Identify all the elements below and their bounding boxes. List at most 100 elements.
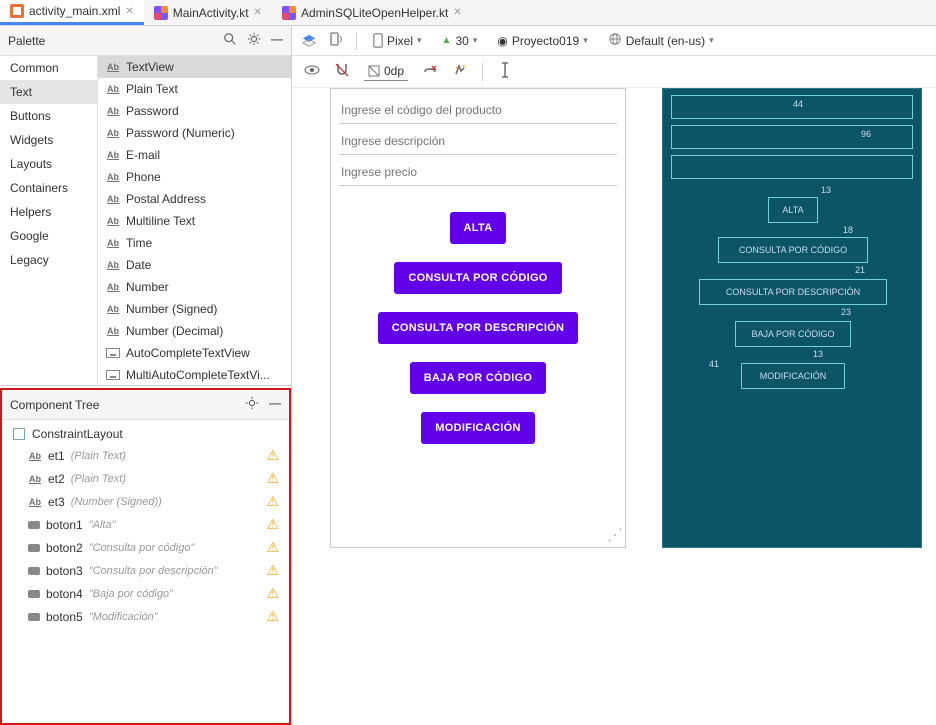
bp-button-consulta-descripcion[interactable]: CONSULTA POR DESCRIPCIÓN xyxy=(699,279,887,305)
device-selector[interactable]: Pixel ▾ xyxy=(369,31,426,50)
palette-item[interactable]: AbMultiline Text xyxy=(98,210,291,232)
tree-node[interactable]: Abet3 (Number (Signed))⚠ xyxy=(6,490,285,513)
bp-input-descripcion[interactable] xyxy=(671,125,913,149)
palette-category[interactable]: Text xyxy=(0,80,97,104)
preview-button-consulta-descripcion[interactable]: CONSULTA POR DESCRIPCIÓN xyxy=(378,312,579,344)
edittext-icon: Ab xyxy=(28,474,42,484)
theme-icon: ◉ xyxy=(497,34,507,48)
bp-dim-label: 21 xyxy=(855,265,865,275)
tree-node[interactable]: boton5 "Modificación"⚠ xyxy=(6,605,285,628)
gear-icon[interactable] xyxy=(247,32,261,49)
guidelines-icon[interactable] xyxy=(497,62,513,81)
textview-icon: Ab xyxy=(106,150,120,160)
bp-button-baja[interactable]: BAJA POR CÓDIGO xyxy=(735,321,851,347)
textview-icon: Ab xyxy=(106,172,120,182)
orientation-icon[interactable] xyxy=(328,31,344,50)
palette-item[interactable]: AbPassword xyxy=(98,100,291,122)
magnet-icon[interactable] xyxy=(334,62,350,81)
tree-node[interactable]: boton3 "Consulta por descripción"⚠ xyxy=(6,559,285,582)
warning-icon[interactable]: ⚠ xyxy=(266,539,279,556)
palette-category[interactable]: Helpers xyxy=(0,200,97,224)
warning-icon[interactable]: ⚠ xyxy=(266,493,279,510)
palette-item[interactable]: AbDate xyxy=(98,254,291,276)
tree-root-label: ConstraintLayout xyxy=(32,427,123,441)
minimize-icon[interactable]: — xyxy=(271,32,283,49)
tree-node[interactable]: boton2 "Consulta por código"⚠ xyxy=(6,536,285,559)
preview-input-precio[interactable] xyxy=(339,159,617,186)
palette-item[interactable]: AutoCompleteTextView xyxy=(98,342,291,364)
design-canvas[interactable]: 🔧 🔧 ALTA CONSULTA POR CÓDIGO CONSULTA PO… xyxy=(292,88,936,725)
bp-button-consulta-codigo[interactable]: CONSULTA POR CÓDIGO xyxy=(718,237,868,263)
palette-item[interactable]: Ab Plain Text xyxy=(98,78,291,100)
tab-mainactivity[interactable]: MainActivity.kt ✕ xyxy=(144,0,272,25)
tab-adminsqlite[interactable]: AdminSQLiteOpenHelper.kt ✕ xyxy=(272,0,472,25)
api-selector[interactable]: ▲ 30 ▾ xyxy=(438,32,482,50)
component-tree-header: Component Tree — xyxy=(2,390,289,420)
palette-category[interactable]: Legacy xyxy=(0,248,97,272)
infer-constraints-icon[interactable] xyxy=(452,62,468,81)
locale-selector[interactable]: Default (en-us) ▾ xyxy=(604,30,718,51)
palette-item[interactable]: AbNumber (Signed) xyxy=(98,298,291,320)
default-margin[interactable]: 0dp xyxy=(364,62,408,81)
warning-icon[interactable]: ⚠ xyxy=(266,447,279,464)
close-icon[interactable]: ✕ xyxy=(453,7,461,18)
palette-item[interactable]: Ab Phone xyxy=(98,166,291,188)
preview-button-alta[interactable]: ALTA xyxy=(450,212,507,244)
tree-node[interactable]: Abet1 (Plain Text)⚠ xyxy=(6,444,285,467)
search-icon[interactable] xyxy=(223,32,237,49)
clear-constraints-icon[interactable] xyxy=(422,62,438,81)
bp-input-precio[interactable] xyxy=(671,155,913,179)
design-preview[interactable]: ALTA CONSULTA POR CÓDIGO CONSULTA POR DE… xyxy=(330,88,626,548)
palette-category[interactable]: Widgets xyxy=(0,128,97,152)
palette-item[interactable]: AbE-mail xyxy=(98,144,291,166)
warning-icon[interactable]: ⚠ xyxy=(266,562,279,579)
bp-button-alta[interactable]: ALTA xyxy=(768,197,818,223)
palette-category[interactable]: Google xyxy=(0,224,97,248)
palette-item-label: Plain Text xyxy=(126,82,178,96)
palette-item[interactable]: AbNumber xyxy=(98,276,291,298)
close-icon[interactable]: ✕ xyxy=(125,6,133,17)
preview-button-consulta-codigo[interactable]: CONSULTA POR CÓDIGO xyxy=(394,262,561,294)
preview-input-descripcion[interactable] xyxy=(339,128,617,155)
bp-button-modificacion[interactable]: MODIFICACIÓN xyxy=(741,363,845,389)
palette-item[interactable]: AbNumber (Decimal) xyxy=(98,320,291,342)
theme-selector[interactable]: ◉ Proyecto019 ▾ xyxy=(493,32,591,50)
textview-icon: Ab xyxy=(106,304,120,314)
palette-category[interactable]: Layouts xyxy=(0,152,97,176)
resize-handle-icon[interactable]: ⋰ xyxy=(607,525,623,545)
palette-item-label: Postal Address xyxy=(126,192,206,206)
bp-dim-label: 96 xyxy=(861,129,871,139)
surface-select-icon[interactable] xyxy=(302,34,316,48)
palette-item-label: Date xyxy=(126,258,151,272)
preview-button-modificacion[interactable]: MODIFICACIÓN xyxy=(421,412,534,444)
palette-item[interactable]: MultiAutoCompleteTextVi... xyxy=(98,364,291,385)
gear-icon[interactable] xyxy=(245,396,259,413)
tree-root[interactable]: ConstraintLayout xyxy=(6,424,285,444)
palette-category[interactable]: Buttons xyxy=(0,104,97,128)
blueprint-preview[interactable]: 44 96 13 ALTA 18 CONSULTA POR CÓDIGO 21 … xyxy=(662,88,922,548)
warning-icon[interactable]: ⚠ xyxy=(266,470,279,487)
tab-activity-main[interactable]: activity_main.xml ✕ xyxy=(0,0,144,25)
tree-node[interactable]: boton4 "Baja por código"⚠ xyxy=(6,582,285,605)
palette-item[interactable]: AbPostal Address xyxy=(98,188,291,210)
textview-icon: Ab xyxy=(106,84,120,94)
close-icon[interactable]: ✕ xyxy=(254,7,262,18)
preview-input-codigo[interactable] xyxy=(339,97,617,124)
palette-item[interactable]: AbTime xyxy=(98,232,291,254)
preview-button-baja[interactable]: BAJA POR CÓDIGO xyxy=(410,362,547,394)
warning-icon[interactable]: ⚠ xyxy=(266,608,279,625)
tree-node[interactable]: boton1 "Alta"⚠ xyxy=(6,513,285,536)
view-options-icon[interactable] xyxy=(304,62,320,81)
palette-category[interactable]: Containers xyxy=(0,176,97,200)
bp-input-codigo[interactable] xyxy=(671,95,913,119)
minimize-icon[interactable]: — xyxy=(269,396,281,413)
tree-node[interactable]: Abet2 (Plain Text)⚠ xyxy=(6,467,285,490)
warning-icon[interactable]: ⚠ xyxy=(266,516,279,533)
palette-category[interactable]: Common xyxy=(0,56,97,80)
warning-icon[interactable]: ⚠ xyxy=(266,585,279,602)
palette-title: Palette xyxy=(8,34,45,48)
palette-item[interactable]: AbPassword (Numeric) xyxy=(98,122,291,144)
bp-dim-label: 41 xyxy=(709,359,719,369)
palette-item-label: Phone xyxy=(126,170,161,184)
palette-item[interactable]: AbTextView xyxy=(98,56,291,78)
